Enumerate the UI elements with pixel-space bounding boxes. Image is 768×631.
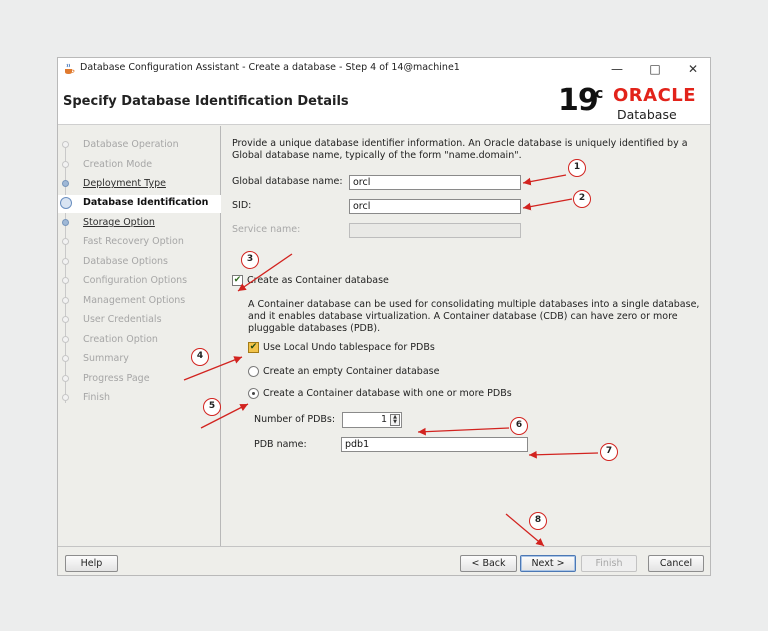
annotation-marker-6: 6 — [510, 417, 528, 435]
footer-divider — [58, 546, 710, 547]
cdb-with-pdbs-radio[interactable] — [248, 388, 259, 399]
sid-label: SID: — [232, 200, 252, 211]
local-undo-label[interactable]: Use Local Undo tablespace for PDBs — [263, 342, 435, 353]
step-dot-icon — [62, 161, 69, 168]
step-dot-icon — [62, 277, 69, 284]
step-label: Creation Mode — [83, 159, 153, 170]
description-line: A Container database can be used for con… — [248, 299, 700, 310]
pdb-name-input[interactable]: pdb1 — [341, 437, 528, 452]
sid-input[interactable]: orcl — [349, 199, 521, 214]
intro-line: Global database name, typically of the f… — [232, 150, 522, 161]
description-line: pluggable databases (PDB). — [248, 323, 381, 334]
logo-brand: ORACLE — [613, 85, 697, 106]
step-management-options: Management Options — [58, 293, 221, 311]
page-title: Specify Database Identification Details — [63, 94, 349, 109]
step-progress-page: Progress Page — [58, 371, 221, 389]
local-undo-checkbox[interactable]: ✔ — [248, 342, 259, 353]
global-db-name-label: Global database name: — [232, 176, 343, 187]
step-label: Database Options — [83, 256, 169, 267]
step-label: Database Identification — [83, 197, 209, 208]
step-label: Progress Page — [83, 373, 150, 384]
step-label: Summary — [83, 353, 129, 364]
step-label: Finish — [83, 392, 111, 403]
step-configuration-options: Configuration Options — [58, 273, 221, 291]
oracle-logo: 19 c ORACLE Database — [558, 83, 708, 123]
step-label: Configuration Options — [83, 275, 188, 286]
num-pdbs-spinner[interactable]: 1 ▲ ▼ — [342, 412, 402, 428]
step-creation-mode: Creation Mode — [58, 157, 221, 175]
next-button[interactable]: Next > — [520, 555, 576, 572]
step-database-operation: Database Operation — [58, 137, 221, 155]
annotation-marker-1: 1 — [568, 159, 586, 177]
steps-sidebar: Database Operation Creation Mode Deploym… — [58, 126, 221, 546]
back-button[interactable]: < Back — [460, 555, 517, 572]
page-header: Specify Database Identification Details … — [58, 80, 710, 125]
logo-version-sup: c — [595, 86, 604, 102]
step-database-identification: Database Identification — [58, 195, 221, 213]
step-label[interactable]: Deployment Type — [83, 178, 166, 189]
help-button[interactable]: Help — [65, 555, 118, 572]
num-pdbs-value[interactable]: 1 — [381, 414, 387, 425]
close-button[interactable]: ✕ — [680, 60, 706, 78]
pdb-name-label: PDB name: — [254, 439, 307, 450]
annotation-marker-7: 7 — [600, 443, 618, 461]
annotation-marker-8: 8 — [529, 512, 547, 530]
title-bar: Database Configuration Assistant - Creat… — [58, 58, 710, 80]
logo-product: Database — [617, 107, 677, 122]
num-pdbs-label: Number of PDBs: — [254, 414, 336, 425]
step-user-credentials: User Credentials — [58, 312, 221, 330]
step-storage-option[interactable]: Storage Option — [58, 215, 221, 233]
step-label: Creation Option — [83, 334, 158, 345]
step-dot-icon — [62, 258, 69, 265]
step-dot-icon — [62, 316, 69, 323]
step-database-options: Database Options — [58, 254, 221, 272]
step-dot-icon — [62, 375, 69, 382]
cdb-with-pdbs-label[interactable]: Create a Container database with one or … — [263, 388, 512, 399]
annotation-marker-3: 3 — [241, 251, 259, 269]
empty-cdb-label[interactable]: Create an empty Container database — [263, 366, 439, 377]
step-label: Management Options — [83, 295, 186, 306]
step-label: Fast Recovery Option — [83, 236, 184, 247]
step-dot-icon — [62, 394, 69, 401]
cancel-button[interactable]: Cancel — [648, 555, 704, 572]
step-label[interactable]: Storage Option — [83, 217, 155, 228]
form-panel: Provide a unique database identifier inf… — [222, 126, 710, 546]
spinner-arrows-icon[interactable]: ▲ ▼ — [390, 414, 400, 426]
description-line: and it enables database virtualization. … — [248, 311, 678, 322]
current-step-icon — [60, 197, 72, 209]
step-dot-icon — [62, 336, 69, 343]
service-name-input — [349, 223, 521, 238]
annotation-marker-2: 2 — [573, 190, 591, 208]
step-dot-icon — [62, 141, 69, 148]
step-label: Database Operation — [83, 139, 179, 150]
step-label: User Credentials — [83, 314, 162, 325]
step-dot-icon — [62, 355, 69, 362]
intro-text: Provide a unique database identifier inf… — [232, 138, 688, 162]
maximize-button[interactable]: □ — [642, 60, 668, 78]
step-dot-icon — [62, 297, 69, 304]
step-deployment-type[interactable]: Deployment Type — [58, 176, 221, 194]
container-db-label[interactable]: Create as Container database — [247, 275, 389, 286]
service-name-label: Service name: — [232, 224, 301, 235]
step-dot-icon — [62, 180, 69, 187]
empty-cdb-radio[interactable] — [248, 366, 259, 377]
step-dot-icon — [62, 238, 69, 245]
intro-line: Provide a unique database identifier inf… — [232, 138, 688, 149]
step-creation-option: Creation Option — [58, 332, 221, 350]
container-db-checkbox[interactable]: ✔ — [232, 275, 243, 286]
dbca-window: Database Configuration Assistant - Creat… — [57, 57, 711, 576]
container-db-description: A Container database can be used for con… — [248, 299, 699, 335]
window-title: Database Configuration Assistant - Creat… — [80, 62, 460, 73]
step-dot-icon — [62, 219, 69, 226]
finish-button: Finish — [581, 555, 637, 572]
step-finish: Finish — [58, 390, 221, 408]
logo-version: 19 — [558, 83, 599, 118]
annotation-marker-4: 4 — [191, 348, 209, 366]
global-db-name-input[interactable]: orcl — [349, 175, 521, 190]
annotation-marker-5: 5 — [203, 398, 221, 416]
minimize-button[interactable]: — — [604, 60, 630, 78]
step-fast-recovery-option: Fast Recovery Option — [58, 234, 221, 252]
java-cup-icon — [65, 63, 75, 74]
